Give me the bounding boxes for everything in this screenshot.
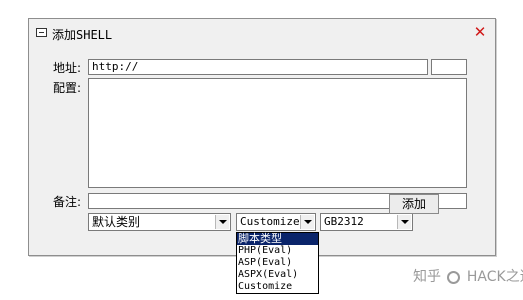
close-icon[interactable]: ✕ [473,24,487,40]
address-label: 地址: [53,61,82,75]
config-label: 配置: [53,81,82,95]
script-type-dropdown-list: 脚本类型 PHP(Eval) ASP(Eval) ASPX(Eval) Cust… [236,232,319,294]
watermark: 知乎 HACK之道 [413,266,523,286]
script-type-select-value: Customize [240,215,300,228]
dropdown-option[interactable]: ASPX(Eval) [237,269,318,281]
encoding-select-value: GB2312 [324,215,364,228]
dropdown-option[interactable]: PHP(Eval) [237,245,318,257]
script-type-select[interactable]: Customize [236,213,316,231]
add-button[interactable]: 添加 [389,194,439,214]
watermark-suffix: HACK之道 [466,269,523,285]
watermark-prefix: 知乎 [413,269,441,285]
dropdown-option[interactable]: ASP(Eval) [237,257,318,269]
chevron-down-icon[interactable] [300,215,314,229]
encoding-select[interactable]: GB2312 [320,213,413,231]
password-input[interactable] [431,59,467,75]
title-bar[interactable]: 添加SHELL ✕ [29,19,495,47]
dropdown-option[interactable]: 脚本类型 [237,233,318,245]
watermark-logo-icon [447,270,461,284]
category-select[interactable]: 默认类别 [88,213,231,231]
chevron-down-icon[interactable] [397,215,411,229]
dialog-title: 添加SHELL [52,28,113,42]
dropdown-option[interactable]: Customize [237,281,318,293]
config-textarea[interactable] [88,78,467,188]
category-select-value: 默认类别 [92,215,141,229]
window-icon [36,28,47,37]
address-input[interactable]: http:// [88,59,428,75]
note-label: 备注: [53,195,82,209]
chevron-down-icon[interactable] [215,215,229,229]
